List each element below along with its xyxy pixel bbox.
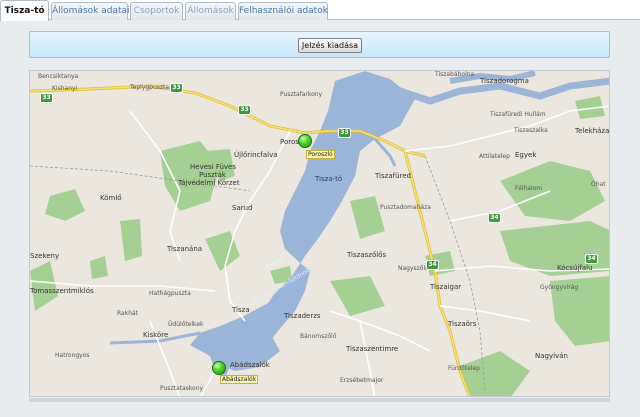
map-label-tiszababolna: Tiszabábolna <box>435 71 475 78</box>
map-label-pusztadomahaza: Pusztadomaháza <box>380 204 431 211</box>
map-label-tiszaors: Tiszaörs <box>448 320 477 328</box>
map-label-szekeny: Szekeny <box>30 252 60 260</box>
map-label-nagyivan: Nagyiván <box>535 352 568 360</box>
map-label-hathagpuszta: Hathágpuszta <box>149 290 191 297</box>
map-label-pusztafarkony: Pusztafarkony <box>280 91 323 98</box>
map-label-nagyszolo: Nagyszőlő <box>398 265 429 272</box>
map-label-kocsujfalu: Kócsújfalu <box>557 264 593 272</box>
map-label-hevesi-fuves: Hevesi Füves <box>190 163 237 171</box>
map-label-pusztataskony: Pusztataskony <box>160 385 204 392</box>
map-label-ujlorincfalva: Újlőrincfalva <box>234 151 278 159</box>
map-label-erzsebetmajor: Erzsébetmajor <box>340 377 384 384</box>
map-label-tisza: Tisza <box>232 306 250 314</box>
map-label-tiszaderzs: Tiszaderzs <box>284 312 321 320</box>
tab-allomasok[interactable]: Állomások <box>185 2 236 20</box>
map-label-kiskore: Kisköre <box>143 331 169 339</box>
map-label-tiszafured: Tiszafüred <box>375 172 411 180</box>
map-view[interactable]: Bencsiktanya Kishanyi Teplygpuszta Puszt… <box>29 70 610 397</box>
map-label-rakhat: Rakhát <box>117 310 139 317</box>
map-label-tisza-to: Tisza-tó <box>315 175 343 183</box>
map-label-egyek: Egyek <box>515 151 537 159</box>
map-label-tiszaigar: Tiszaigar <box>430 283 462 291</box>
map-label-tiszafuredi-hullam: Tiszafüredi Hullám <box>490 111 546 118</box>
station-marker-poroszlo[interactable] <box>298 134 312 148</box>
road-shield: 34 <box>488 213 501 223</box>
station-label-abadszalok[interactable]: Abádszalók <box>220 375 259 384</box>
map-label-tiszadorogma: Tiszadorogma <box>480 77 529 85</box>
map-label-abadszalok-town: Abádszalók <box>230 361 270 369</box>
map-label-bencsiktanya: Bencsiktanya <box>38 73 79 80</box>
map-label-sarud: Sarud <box>232 204 253 212</box>
map-label-furdotelep: Fürdőtelep <box>448 365 480 372</box>
map-footer-bar <box>29 398 610 402</box>
tab-bar: Tisza-tó Állomások adatai Csoportok Állo… <box>0 0 640 21</box>
tab-tisza-to[interactable]: Tisza-tó <box>0 0 49 21</box>
map-label-banomszollo: Bánomszőlő <box>300 333 337 340</box>
road-shield: 34 <box>585 254 598 264</box>
map-label-tajvedelmi-korzet: Tájvédelmi Körzet <box>178 179 240 187</box>
road-shield: 33 <box>40 93 53 103</box>
tab-allomasok-adatai[interactable]: Állomások adatai <box>51 2 130 20</box>
map-label-kishanyi: Kishanyi <box>52 85 78 92</box>
map-label-udulotelek: Üdülőtelkek <box>168 321 204 328</box>
map-label-tiszaszalka: Tiszaszalka <box>514 127 548 134</box>
map-label-ohat: Óhat <box>591 181 606 188</box>
station-label-poroszlo[interactable]: Poroszló <box>306 150 335 159</box>
map-label-pusztak: Puszták <box>199 171 226 179</box>
map-label-hatrongyos: Hatrongyos <box>55 352 90 359</box>
action-toolbar: Jelzés kiadása <box>29 31 610 58</box>
road-shield: 33 <box>338 128 351 138</box>
map-label-telekhaza: Telekháza <box>575 127 610 135</box>
map-label-teplygpuszta: Teplygpuszta <box>130 84 170 91</box>
report-button[interactable]: Jelzés kiadása <box>298 38 362 53</box>
road-shield: 33 <box>238 105 251 115</box>
map-label-tiszaszentimre: Tiszaszentimre <box>346 345 399 353</box>
map-label-komlo: Kömlő <box>100 194 122 202</box>
map-label-attilatelep: Attilatelep <box>479 153 510 160</box>
map-canvas <box>30 71 609 396</box>
map-label-tomasszentmiklos: Tomasszentmiklós <box>30 287 94 295</box>
road-shield: 34 <box>426 260 439 270</box>
map-label-tiszanana: Tiszanána <box>167 245 203 253</box>
map-label-gyongyvirag: Gyöngyvirág <box>540 284 579 291</box>
map-label-tiszaszolos: Tiszaszőlős <box>347 251 387 259</box>
map-label-felhalom: Félhalom <box>515 185 543 192</box>
station-marker-abadszalok[interactable] <box>212 361 226 375</box>
tab-csoportok[interactable]: Csoportok <box>130 2 183 20</box>
road-shield: 33 <box>170 83 183 93</box>
tab-felhasznaloi-adatok[interactable]: Felhasználói adatok <box>238 2 328 20</box>
